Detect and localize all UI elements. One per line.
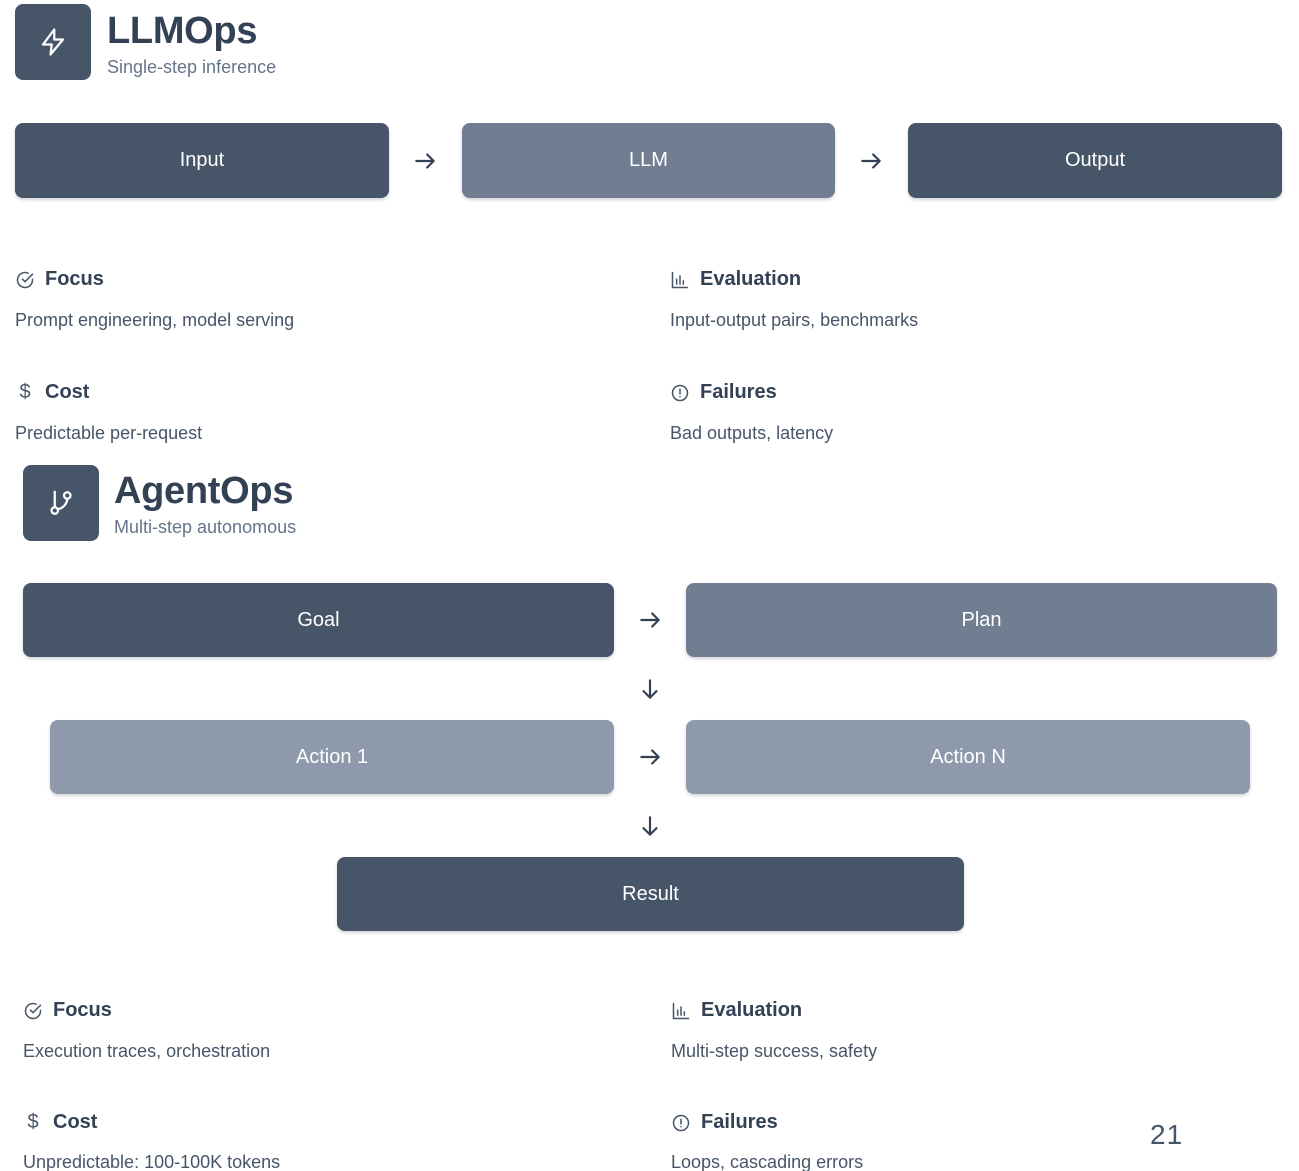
arrow-right-icon (412, 148, 438, 174)
flow-action-n-box: Action N (686, 720, 1250, 794)
alert-circle-icon (671, 1113, 691, 1133)
llmops-cost-heading: $ Cost (15, 381, 89, 404)
agentops-evaluation-text: Multi-step success, safety (671, 1041, 878, 1061)
flow-result-box: Result (337, 857, 964, 931)
dollar-icon: $ (27, 1111, 39, 1133)
llmops-logo (15, 4, 91, 80)
git-branch-icon (50, 490, 72, 515)
arrow-down-icon (637, 676, 663, 702)
agentops-cost-heading: $ Cost (23, 1111, 97, 1134)
flow-input-box: Input (15, 123, 389, 198)
llmops-failures-heading: Failures (670, 381, 777, 404)
llmops-focus-text: Prompt engineering, model serving (15, 310, 295, 330)
bar-chart-icon (671, 1001, 691, 1021)
llmops-evaluation-text: Input-output pairs, benchmarks (670, 310, 919, 330)
llmops-failures-text: Bad outputs, latency (670, 423, 834, 443)
flow-plan-box: Plan (686, 583, 1277, 657)
agentops-failures-heading: Failures (671, 1111, 778, 1134)
check-circle-icon (23, 1001, 43, 1021)
llmops-title: LLMOps (107, 10, 258, 52)
bar-chart-icon (670, 270, 690, 290)
page-number: 21 (1150, 1119, 1184, 1150)
lightning-icon (41, 28, 65, 56)
llmops-subtitle: Single-step inference (107, 57, 277, 77)
alert-circle-icon (670, 383, 690, 403)
agentops-subtitle: Multi-step autonomous (114, 517, 297, 537)
check-circle-icon (15, 270, 35, 290)
agentops-focus-text: Execution traces, orchestration (23, 1041, 271, 1061)
arrow-down-icon (637, 813, 663, 839)
llmops-focus-heading: Focus (15, 268, 104, 291)
arrow-right-icon (637, 607, 663, 633)
agentops-title: AgentOps (114, 470, 294, 512)
llmops-cost-text: Predictable per-request (15, 423, 203, 443)
llmops-evaluation-heading: Evaluation (670, 268, 801, 291)
agentops-evaluation-heading: Evaluation (671, 999, 802, 1022)
flow-action-1-box: Action 1 (50, 720, 614, 794)
arrow-right-icon (637, 744, 663, 770)
agentops-focus-heading: Focus (23, 999, 112, 1022)
dollar-icon: $ (19, 381, 31, 403)
agentops-logo (23, 465, 99, 541)
flow-output-box: Output (908, 123, 1282, 198)
agentops-failures-text: Loops, cascading errors (671, 1152, 864, 1171)
flow-llm-box: LLM (462, 123, 835, 198)
flow-goal-box: Goal (23, 583, 614, 657)
arrow-right-icon (858, 148, 884, 174)
agentops-cost-text: Unpredictable: 100-100K tokens (23, 1152, 281, 1171)
